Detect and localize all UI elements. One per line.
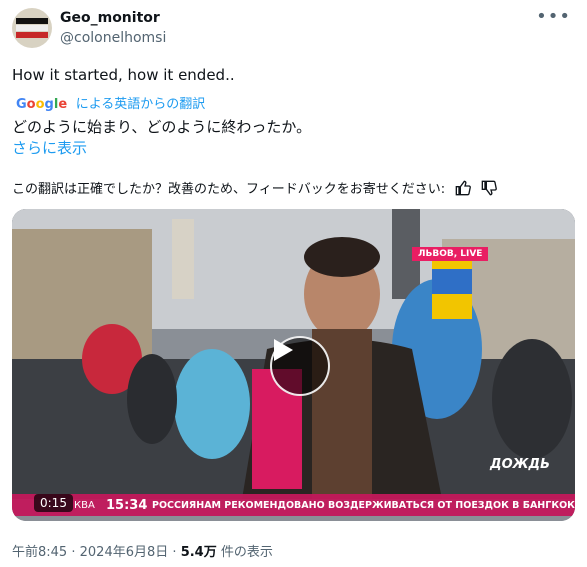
translation-feedback: この翻訳は正確でしたか？改善のため、フィードバックをお寄せください: [12, 178, 498, 197]
play-icon [274, 339, 293, 361]
more-icon[interactable]: ••• [536, 6, 571, 27]
post-date[interactable]: 2024年6月8日 [80, 545, 169, 560]
translated-by[interactable]: Google による英語からの翻訳 [16, 93, 205, 112]
avatar-stripe [16, 18, 48, 24]
feedback-prompt: この翻訳は正確でしたか？改善のため、フィードバックをお寄せください: [12, 182, 446, 197]
thumbs-down-icon[interactable] [481, 180, 498, 196]
video-duration: 0:15 [34, 494, 73, 512]
post-time[interactable]: 午前8:45 [12, 545, 67, 560]
translated-by-label: による英語からの翻訳 [75, 97, 206, 112]
location-badge: ЛЬВОВ, LIVE [412, 247, 489, 261]
avatar-stripe [16, 32, 48, 38]
tweet-meta: 午前8:45 · 2024年6月8日 · 5.4万 件の表示 [12, 541, 273, 560]
view-label: 件の表示 [220, 545, 273, 560]
avatar-stripe [16, 25, 48, 31]
google-logo: Google [16, 97, 68, 112]
tweet-text: How it started, how it ended.. [12, 66, 235, 84]
avatar[interactable] [12, 8, 52, 48]
display-name[interactable]: Geo_monitor [60, 10, 160, 26]
separator: · [71, 545, 76, 560]
separator: · [172, 545, 177, 560]
handle[interactable]: @colonelhomsi [60, 30, 166, 46]
ticker-prefix: КВА [74, 500, 95, 511]
play-button[interactable] [270, 336, 330, 396]
translated-text: どのように始まり、どのように終わったか。 [12, 118, 312, 136]
ticker-text: РОССИЯНАМ РЕКОМЕНДОВАНО ВОЗДЕРЖИВАТЬСЯ О… [152, 500, 575, 511]
view-count: 5.4万 [180, 545, 217, 560]
ticker-time: 15:34 [106, 498, 148, 513]
channel-logo: ДОЖДЬ [490, 457, 551, 472]
video-player[interactable]: ЛЬВОВ, LIVE ДОЖДЬ КВА 15:34 РОССИЯНАМ РЕ… [12, 209, 575, 521]
show-more-link[interactable]: さらに表示 [12, 137, 87, 158]
thumbs-up-icon[interactable] [455, 180, 472, 196]
